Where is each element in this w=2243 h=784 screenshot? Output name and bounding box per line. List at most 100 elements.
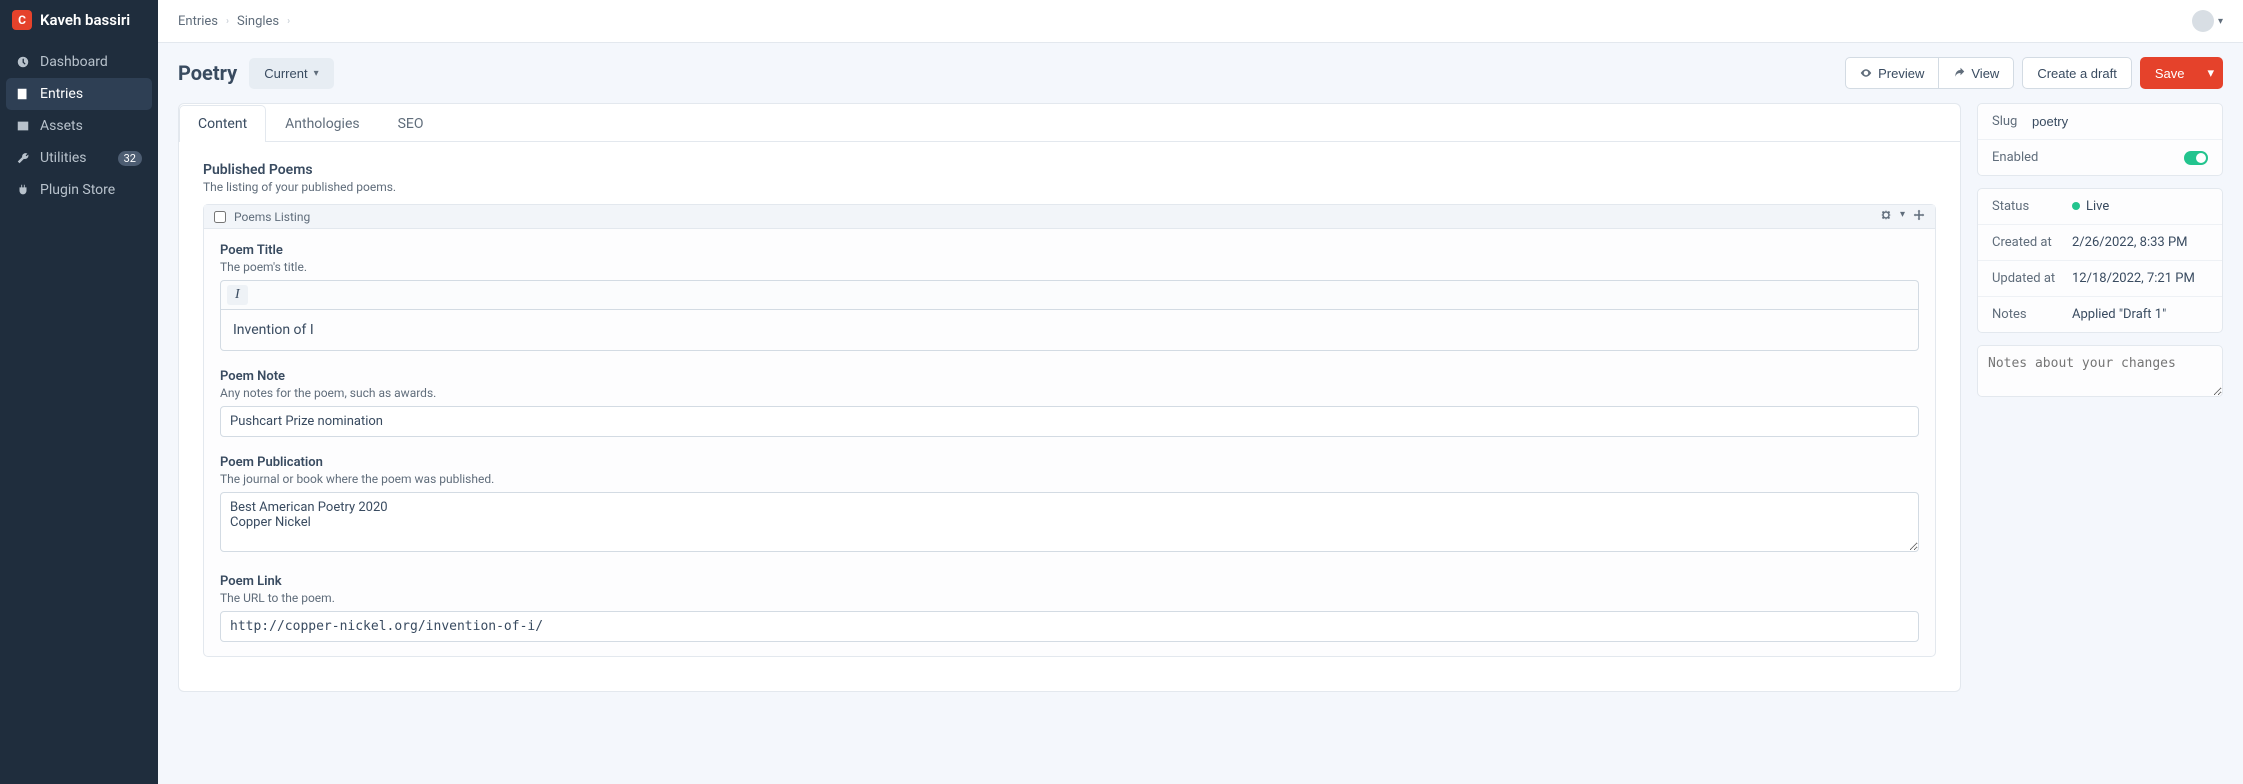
primary-nav: Dashboard Entries Assets Utilities 32 Pl… xyxy=(0,40,158,212)
chevron-down-icon[interactable]: ▾ xyxy=(1900,209,1905,224)
move-icon[interactable] xyxy=(1913,209,1925,224)
content-side: Slug Enabled Status Live Created at xyxy=(1977,103,2223,397)
slug-input[interactable] xyxy=(2032,114,2208,129)
site-header[interactable]: C Kaveh bassiri xyxy=(0,0,158,40)
poem-title-input[interactable]: Invention of I xyxy=(220,309,1919,351)
content-wrap: Content Anthologies SEO Published Poems … xyxy=(158,103,2243,712)
status-value: Live xyxy=(2072,199,2208,214)
nav-label: Plugin Store xyxy=(40,182,115,198)
field-desc: The URL to the poem. xyxy=(220,591,1919,605)
chevron-right-icon: › xyxy=(226,16,229,27)
tab-seo[interactable]: SEO xyxy=(379,105,443,142)
nav-label: Assets xyxy=(40,118,83,134)
field-poem-note: Poem Note Any notes for the poem, such a… xyxy=(220,369,1919,437)
meta-panel: Slug Enabled xyxy=(1977,103,2223,176)
updated-value: 12/18/2022, 7:21 PM xyxy=(2072,271,2208,286)
poem-note-input[interactable] xyxy=(220,406,1919,437)
field-desc: The journal or book where the poem was p… xyxy=(220,472,1919,486)
chevron-down-icon: ▾ xyxy=(314,68,319,79)
field-desc: Any notes for the poem, such as awards. xyxy=(220,386,1919,400)
sidebar: C Kaveh bassiri Dashboard Entries Assets… xyxy=(0,0,158,784)
content-main: Content Anthologies SEO Published Poems … xyxy=(178,103,1961,692)
chevron-down-icon: ▾ xyxy=(2207,65,2214,81)
updated-label: Updated at xyxy=(1992,271,2072,286)
section-desc: The listing of your published poems. xyxy=(203,180,1936,194)
main: Entries › Singles › ▾ Poetry Current ▾ P… xyxy=(158,0,2243,784)
poem-publication-input[interactable]: Best American Poetry 2020 Copper Nickel xyxy=(220,492,1919,552)
notes-value: Applied "Draft 1" xyxy=(2072,307,2208,322)
topbar: Entries › Singles › ▾ xyxy=(158,0,2243,43)
preview-view-group: Preview View xyxy=(1845,57,2014,89)
enabled-label: Enabled xyxy=(1992,150,2072,165)
revision-label: Current xyxy=(264,66,307,81)
slug-row: Slug xyxy=(1978,104,2222,140)
block-header: Poems Listing ▾ xyxy=(204,205,1935,229)
field-desc: The poem's title. xyxy=(220,260,1919,274)
block-body: Poem Title The poem's title. I Invention… xyxy=(204,229,1935,656)
avatar xyxy=(2192,10,2214,32)
created-label: Created at xyxy=(1992,235,2072,250)
status-label: Status xyxy=(1992,199,2072,214)
revision-menu[interactable]: Current ▾ xyxy=(249,58,333,89)
image-icon xyxy=(16,119,30,133)
utilities-badge: 32 xyxy=(118,151,142,166)
enabled-row: Enabled xyxy=(1978,140,2222,175)
save-group: Save ▾ xyxy=(2140,57,2223,89)
nav-item-plugin-store[interactable]: Plugin Store xyxy=(6,174,152,206)
site-name: Kaveh bassiri xyxy=(40,11,130,29)
enabled-toggle[interactable] xyxy=(2184,151,2208,165)
page-header: Poetry Current ▾ Preview View Create a d… xyxy=(158,43,2243,103)
wrench-icon xyxy=(16,151,30,165)
matrix-block: Poems Listing ▾ Poem Title The poem's ti… xyxy=(203,204,1936,657)
slug-label: Slug xyxy=(1992,114,2032,129)
field-label: Poem Note xyxy=(220,369,1919,384)
nav-item-utilities[interactable]: Utilities 32 xyxy=(6,142,152,174)
updated-row: Updated at 12/18/2022, 7:21 PM xyxy=(1978,261,2222,297)
nav-item-dashboard[interactable]: Dashboard xyxy=(6,46,152,78)
breadcrumb-singles[interactable]: Singles xyxy=(237,14,279,29)
created-value: 2/26/2022, 8:33 PM xyxy=(2072,235,2208,250)
plug-icon xyxy=(16,183,30,197)
nav-item-entries[interactable]: Entries xyxy=(6,78,152,110)
field-poem-publication: Poem Publication The journal or book whe… xyxy=(220,455,1919,556)
create-draft-button[interactable]: Create a draft xyxy=(2022,57,2132,89)
section-title: Published Poems xyxy=(203,162,1936,178)
chevron-right-icon: › xyxy=(287,16,290,27)
field-label: Poem Publication xyxy=(220,455,1919,470)
save-menu-button[interactable]: ▾ xyxy=(2199,57,2223,89)
gauge-icon xyxy=(16,55,30,69)
breadcrumb-entries[interactable]: Entries xyxy=(178,14,218,29)
nav-label: Utilities xyxy=(40,150,87,166)
view-button[interactable]: View xyxy=(1939,57,2014,89)
user-menu[interactable]: ▾ xyxy=(2192,10,2223,32)
page-title: Poetry xyxy=(178,61,237,85)
created-row: Created at 2/26/2022, 8:33 PM xyxy=(1978,225,2222,261)
info-panel: Status Live Created at 2/26/2022, 8:33 P… xyxy=(1977,188,2223,333)
change-notes-input[interactable] xyxy=(1977,345,2223,397)
gear-icon[interactable] xyxy=(1880,209,1892,224)
tab-content[interactable]: Content xyxy=(179,105,266,142)
status-row: Status Live xyxy=(1978,189,2222,225)
block-select-checkbox[interactable] xyxy=(214,211,226,223)
nav-label: Entries xyxy=(40,86,83,102)
richtext-toolbar: I xyxy=(220,280,1919,309)
nav-label: Dashboard xyxy=(40,54,108,70)
share-icon xyxy=(1953,67,1965,79)
notes-label: Notes xyxy=(1992,307,2072,322)
field-poem-link: Poem Link The URL to the poem. xyxy=(220,574,1919,642)
content-body: Published Poems The listing of your publ… xyxy=(179,142,1960,691)
tabs: Content Anthologies SEO xyxy=(179,104,1960,142)
chevron-down-icon: ▾ xyxy=(2218,16,2223,27)
tab-anthologies[interactable]: Anthologies xyxy=(266,105,378,142)
header-actions: Preview View Create a draft Save ▾ xyxy=(1845,57,2223,89)
field-label: Poem Title xyxy=(220,243,1919,258)
save-button[interactable]: Save xyxy=(2140,57,2200,89)
newspaper-icon xyxy=(16,87,30,101)
block-name: Poems Listing xyxy=(234,210,310,224)
notes-row: Notes Applied "Draft 1" xyxy=(1978,297,2222,332)
eye-icon xyxy=(1860,67,1872,79)
poem-link-input[interactable] xyxy=(220,611,1919,642)
preview-button[interactable]: Preview xyxy=(1845,57,1939,89)
nav-item-assets[interactable]: Assets xyxy=(6,110,152,142)
italic-button[interactable]: I xyxy=(227,285,248,305)
